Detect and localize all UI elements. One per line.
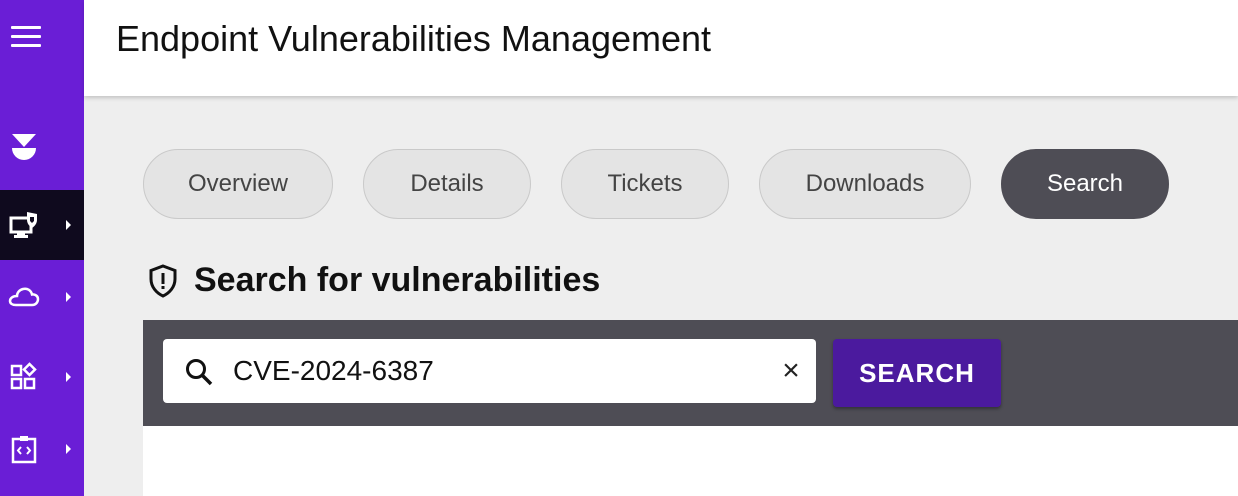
chevron-right-icon xyxy=(66,444,71,454)
tab-search[interactable]: Search xyxy=(1001,149,1169,219)
sidebar-item-code[interactable] xyxy=(0,414,84,484)
tab-details[interactable]: Details xyxy=(363,149,531,219)
chevron-right-icon xyxy=(66,220,71,230)
sidebar-item-cloud[interactable] xyxy=(0,262,84,332)
app-title: Endpoint Vulnerabilities Management xyxy=(116,18,712,59)
results-area xyxy=(143,426,1238,496)
code-clipboard-icon xyxy=(11,436,37,464)
tab-bar: Overview Details Tickets Downloads Searc… xyxy=(143,149,1199,219)
sidebar xyxy=(0,0,84,496)
tab-downloads[interactable]: Downloads xyxy=(759,149,971,219)
search-box[interactable]: × xyxy=(163,339,816,403)
tab-tickets[interactable]: Tickets xyxy=(561,149,729,219)
chevron-right-icon xyxy=(66,292,71,302)
hamburger-icon[interactable] xyxy=(11,26,41,50)
cloud-icon xyxy=(8,287,40,307)
sidebar-item-home[interactable] xyxy=(0,112,84,182)
brand-logo-icon xyxy=(12,134,36,160)
search-icon xyxy=(186,359,213,386)
search-button[interactable]: SEARCH xyxy=(833,339,1001,407)
search-input[interactable] xyxy=(233,349,753,393)
sidebar-item-apps[interactable] xyxy=(0,342,84,412)
clear-icon[interactable]: × xyxy=(775,354,807,387)
main-content: Overview Details Tickets Downloads Searc… xyxy=(84,96,1238,496)
shield-alert-icon xyxy=(149,263,177,298)
search-panel: × SEARCH xyxy=(143,320,1238,426)
apps-grid-icon xyxy=(10,362,37,390)
section-heading-text: Search for vulnerabilities xyxy=(194,261,601,299)
section-heading: Search for vulnerabilities xyxy=(148,261,600,300)
tab-overview[interactable]: Overview xyxy=(143,149,333,219)
chevron-right-icon xyxy=(66,372,71,382)
sidebar-item-endpoints[interactable] xyxy=(0,190,84,260)
app-header: Endpoint Vulnerabilities Management xyxy=(84,0,1238,96)
menu-toggle[interactable] xyxy=(0,0,84,96)
endpoint-monitor-shield-icon xyxy=(9,212,37,238)
